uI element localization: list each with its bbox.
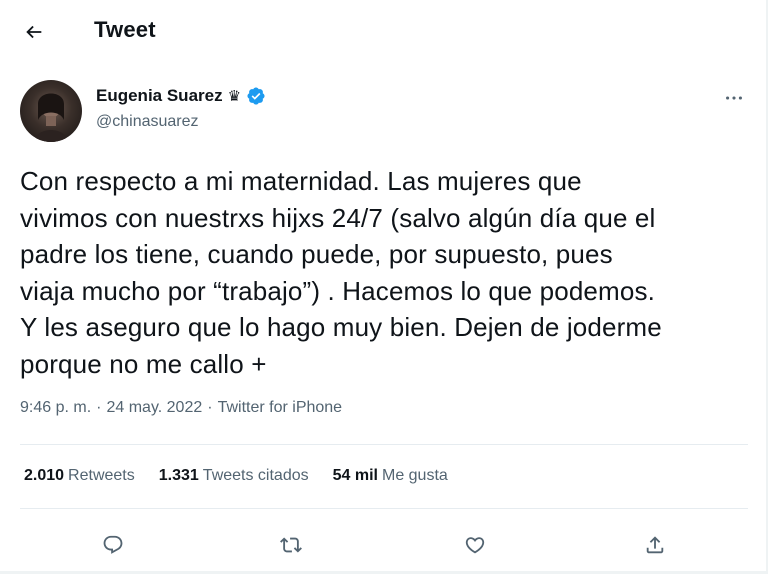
reply-button[interactable] xyxy=(96,528,130,562)
tweet-date[interactable]: 24 may. 2022 xyxy=(106,399,202,417)
crown-emoji-icon: ♛ xyxy=(227,87,242,105)
retweet-button[interactable] xyxy=(274,528,308,562)
tweet-time[interactable]: 9:46 p. m. xyxy=(20,399,91,417)
tweet-source[interactable]: Twitter for iPhone xyxy=(218,399,343,417)
heart-icon xyxy=(465,537,485,554)
author-display-name[interactable]: Eugenia Suarez xyxy=(96,86,223,106)
share-icon xyxy=(646,536,664,554)
tweet-actions xyxy=(0,524,768,564)
retweet-icon xyxy=(280,537,302,553)
likes-stat[interactable]: 54 mil Me gusta xyxy=(333,467,448,485)
retweets-count: 2.010 xyxy=(24,467,65,484)
author-handle[interactable]: @chinasuarez xyxy=(96,113,199,131)
tweet-meta: 9:46 p. m. · 24 may. 2022 · Twitter for … xyxy=(20,399,342,417)
page-title: Tweet xyxy=(94,17,156,42)
tweet-text-line: vivimos con nuestrxs hijxs 24/7 (salvo a… xyxy=(20,202,656,233)
tweet-stats: 2.010 Retweets 1.331 Tweets citados 54 m… xyxy=(24,467,472,485)
back-button[interactable] xyxy=(16,14,52,50)
divider xyxy=(20,508,748,509)
quote-tweets-stat[interactable]: 1.331 Tweets citados xyxy=(159,467,309,485)
verified-badge-icon xyxy=(247,87,265,105)
meta-separator: · xyxy=(96,399,102,416)
tweet-text-line: porque no me callo + xyxy=(20,348,267,379)
quotes-label: Tweets citados xyxy=(202,467,309,484)
arrow-left-icon xyxy=(26,25,42,39)
quotes-count: 1.331 xyxy=(158,467,199,484)
tweet-text-line: Y les aseguro que lo hago muy bien. Deje… xyxy=(20,312,662,342)
more-icon xyxy=(726,96,742,100)
tweet-text-line: viaja mucho por “trabajo”) . Hacemos lo … xyxy=(20,275,655,306)
more-options-button[interactable] xyxy=(718,84,750,112)
avatar-image xyxy=(34,93,68,142)
tweet-text-line: Con respecto a mi maternidad. Las mujere… xyxy=(20,166,582,196)
tweet-text: Con respecto a mi maternidad. Las mujere… xyxy=(20,163,750,382)
like-button[interactable] xyxy=(458,528,492,562)
likes-count: 54 mil xyxy=(332,467,378,484)
likes-label: Me gusta xyxy=(381,467,448,484)
author-name-row: Eugenia Suarez ♛ xyxy=(96,86,266,106)
tweet-text-line: padre los tiene, cuando puede, por supue… xyxy=(20,239,613,269)
retweets-stat[interactable]: 2.010 Retweets xyxy=(24,467,135,485)
share-button[interactable] xyxy=(638,528,672,562)
avatar[interactable] xyxy=(20,80,82,142)
retweets-label: Retweets xyxy=(68,467,135,484)
reply-icon xyxy=(103,535,123,554)
divider xyxy=(20,444,748,445)
meta-separator: · xyxy=(207,399,213,416)
header-bar: Tweet xyxy=(0,0,768,64)
